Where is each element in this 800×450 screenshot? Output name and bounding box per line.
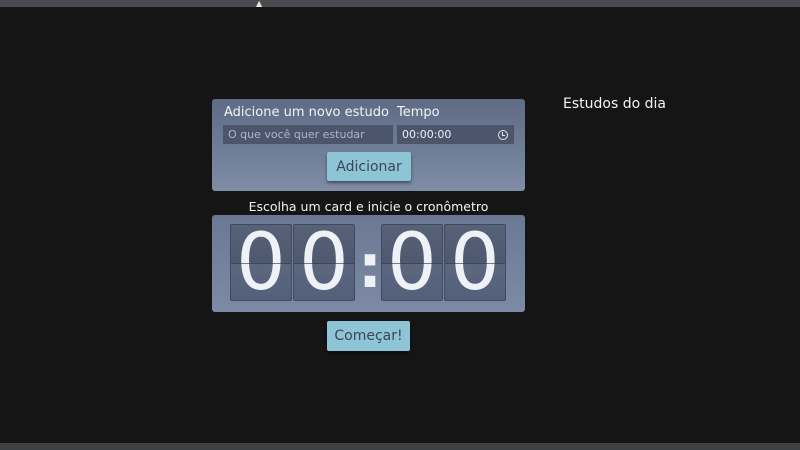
stopwatch: 0 0 : 0 0: [212, 215, 525, 312]
study-label: Adicione um novo estudo: [224, 105, 389, 120]
add-button[interactable]: Adicionar: [327, 152, 411, 181]
minutes-tens-digit: 0: [230, 224, 292, 301]
seconds-ones-digit: 0: [444, 224, 506, 301]
minutes-tens-value: 0: [236, 224, 286, 301]
add-study-form: Adicione um novo estudo Tempo 00:00:00 A…: [212, 99, 525, 191]
minutes-ones-value: 0: [299, 224, 349, 301]
seconds-tens-digit: 0: [381, 224, 443, 301]
time-input[interactable]: 00:00:00: [397, 125, 514, 144]
timer-instruction: Escolha um card e inicie o cronômetro: [248, 199, 489, 214]
seconds-ones-value: 0: [450, 224, 500, 301]
daily-studies-title: Estudos do dia: [563, 96, 666, 112]
mouse-cursor-icon: ▲: [256, 0, 263, 8]
bottom-scrollbar[interactable]: [0, 443, 800, 450]
browser-top-bar: [0, 0, 800, 7]
clock-icon[interactable]: [498, 130, 508, 140]
time-input-value: 00:00:00: [402, 128, 452, 141]
time-label: Tempo: [397, 105, 440, 120]
start-button[interactable]: Começar!: [327, 321, 410, 351]
study-input[interactable]: [223, 125, 393, 144]
seconds-tens-value: 0: [387, 224, 437, 301]
timer-separator: :: [358, 232, 382, 302]
minutes-ones-digit: 0: [293, 224, 355, 301]
